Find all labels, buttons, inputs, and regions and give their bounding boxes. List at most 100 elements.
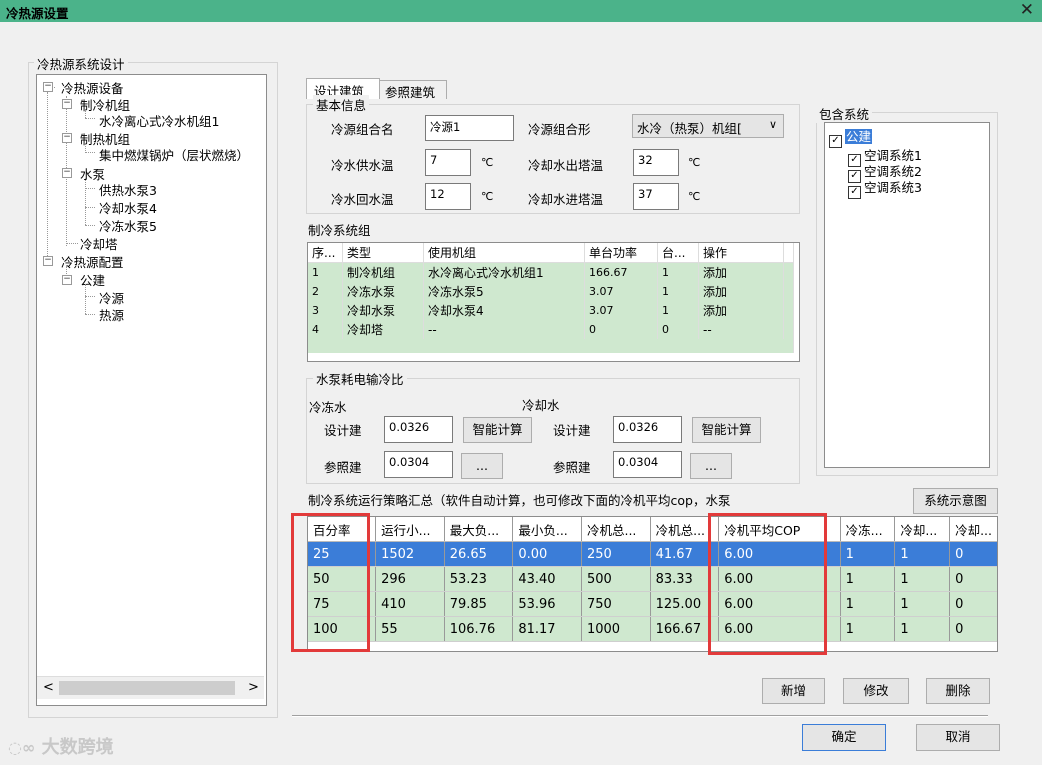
cell[interactable]: 添加 — [698, 301, 784, 320]
cell[interactable]: 3.07 — [584, 282, 658, 301]
cooling-ellipsis-button[interactable]: ... — [690, 453, 732, 479]
cell[interactable]: 296 — [375, 566, 445, 592]
cell[interactable]: 1 — [657, 282, 699, 301]
cell[interactable]: 添加 — [698, 262, 784, 282]
cell[interactable]: 冷却塔 — [342, 320, 424, 339]
cancel-button[interactable]: 取消 — [916, 724, 1000, 751]
cell[interactable]: -- — [423, 320, 585, 339]
table-row[interactable]: 50 296 53.23 43.40 500 83.33 6.00 1 1 0 — [308, 566, 997, 592]
tree-node[interactable]: 供热水泵3 — [99, 180, 157, 199]
cell[interactable]: 0 — [949, 591, 997, 617]
cell[interactable]: 53.23 — [444, 566, 514, 592]
scroll-left-icon[interactable]: < — [43, 680, 54, 695]
cell[interactable]: 166.67 — [584, 262, 658, 282]
cell[interactable]: 1 — [657, 262, 699, 282]
cell[interactable]: 3 — [308, 301, 343, 320]
chilled-ellipsis-button[interactable]: ... — [461, 453, 503, 479]
cell[interactable]: 3.07 — [584, 301, 658, 320]
cell[interactable]: 750 — [581, 591, 651, 617]
cell[interactable]: 1 — [308, 262, 343, 282]
cooling-smart-calc-button[interactable]: 智能计算 — [692, 417, 761, 443]
cell[interactable]: 1 — [840, 591, 896, 617]
collapse-icon[interactable]: − — [62, 168, 72, 178]
chilled-supply-input[interactable]: 7 — [425, 149, 471, 176]
cell[interactable]: 0 — [949, 616, 997, 642]
cooling-design-input[interactable]: 0.0326 — [613, 416, 682, 443]
tree-node[interactable]: 冷热源配置 — [61, 252, 124, 271]
table-row[interactable]: 4 冷却塔 -- 0 0 -- — [308, 320, 794, 339]
cell[interactable]: 1 — [894, 616, 951, 642]
column-header[interactable]: 冷冻... — [840, 517, 896, 542]
tree-scrollbar[interactable]: < > — [37, 676, 264, 699]
combo-name-input[interactable]: 冷源1 — [425, 115, 514, 141]
collapse-icon[interactable]: − — [62, 275, 72, 285]
column-header[interactable]: 冷却... — [949, 517, 997, 542]
cell[interactable]: 1 — [894, 591, 951, 617]
cell[interactable]: 500 — [581, 566, 651, 592]
cell[interactable]: 1 — [840, 566, 896, 592]
chilled-ref-input[interactable]: 0.0304 — [384, 451, 453, 478]
cell[interactable]: 0 — [584, 320, 658, 339]
tree-node[interactable]: 集中燃煤锅炉（层状燃烧） — [99, 145, 265, 164]
scroll-thumb[interactable] — [59, 681, 235, 695]
collapse-icon[interactable]: − — [62, 99, 72, 109]
tower-out-input[interactable]: 32 — [633, 149, 679, 176]
cell[interactable]: 0 — [949, 541, 997, 567]
column-header[interactable]: 单台功率 — [584, 243, 658, 263]
cell[interactable]: 冷冻水泵5 — [423, 282, 585, 301]
tree-node[interactable]: 冷却塔 — [80, 234, 118, 253]
column-header[interactable]: 使用机组 — [423, 243, 585, 263]
collapse-icon[interactable]: − — [43, 256, 53, 266]
tree-node[interactable]: 冷冻水泵5 — [99, 216, 157, 235]
cell[interactable]: 冷冻水泵 — [342, 282, 424, 301]
tower-in-input[interactable]: 37 — [633, 183, 679, 210]
cell[interactable]: 43.40 — [512, 566, 582, 592]
cell[interactable]: 1000 — [581, 616, 651, 642]
column-header[interactable]: 最小负... — [512, 517, 582, 542]
table-row[interactable]: 2 冷冻水泵 冷冻水泵5 3.07 1 添加 — [308, 282, 794, 301]
system-item[interactable]: ✓ 空调系统3 — [848, 177, 922, 199]
system-diagram-button[interactable]: 系统示意图 — [913, 488, 998, 514]
cell[interactable]: 1 — [840, 541, 896, 567]
cell[interactable]: 106.76 — [444, 616, 514, 642]
checkbox-checked[interactable]: ✓ — [829, 135, 842, 148]
cell[interactable]: 0.00 — [512, 541, 582, 567]
column-header[interactable]: 序... — [308, 243, 343, 263]
cell[interactable]: 26.65 — [444, 541, 514, 567]
add-button[interactable]: 新增 — [762, 678, 825, 704]
cell[interactable]: 1 — [657, 301, 699, 320]
cell[interactable]: 制冷机组 — [342, 262, 424, 282]
ok-button[interactable]: 确定 — [802, 724, 886, 751]
chilled-smart-calc-button[interactable]: 智能计算 — [463, 417, 532, 443]
cell[interactable]: 1 — [840, 616, 896, 642]
cell[interactable]: 冷却水泵 — [342, 301, 424, 320]
chevron-down-icon[interactable]: ∨ — [769, 118, 777, 131]
cell[interactable]: 添加 — [698, 282, 784, 301]
table-row[interactable]: 1 制冷机组 水冷离心式冷水机组1 166.67 1 添加 — [308, 262, 794, 282]
close-icon[interactable]: ✕ — [1020, 0, 1034, 20]
cell[interactable]: 2 — [308, 282, 343, 301]
column-header[interactable]: 冷却... — [894, 517, 951, 542]
cell[interactable]: 81.17 — [512, 616, 582, 642]
column-header[interactable]: 最大负... — [444, 517, 514, 542]
table-row-selected[interactable]: 25 1502 26.65 0.00 250 41.67 6.00 1 1 0 — [308, 541, 997, 567]
cell[interactable]: 53.96 — [512, 591, 582, 617]
table-row[interactable]: 3 冷却水泵 冷却水泵4 3.07 1 添加 — [308, 301, 794, 320]
modify-button[interactable]: 修改 — [843, 678, 909, 704]
cell[interactable]: 79.85 — [444, 591, 514, 617]
cooling-ref-input[interactable]: 0.0304 — [613, 451, 682, 478]
scroll-right-icon[interactable]: > — [248, 680, 259, 695]
delete-button[interactable]: 删除 — [926, 678, 990, 704]
tree-node[interactable]: 水冷离心式冷水机组1 — [99, 111, 219, 130]
cell[interactable]: 1 — [894, 541, 951, 567]
cell[interactable]: -- — [698, 320, 784, 339]
table-row[interactable]: 75 410 79.85 53.96 750 125.00 6.00 1 1 0 — [308, 591, 997, 617]
cell[interactable]: 水冷离心式冷水机组1 — [423, 262, 585, 282]
cell[interactable]: 1502 — [375, 541, 445, 567]
collapse-icon[interactable]: − — [43, 82, 53, 92]
tree-node[interactable]: 热源 — [99, 305, 124, 324]
column-header[interactable]: 运行小... — [375, 517, 445, 542]
chilled-design-input[interactable]: 0.0326 — [384, 416, 453, 443]
column-header[interactable]: 台... — [657, 243, 699, 263]
column-header[interactable]: 类型 — [342, 243, 424, 263]
